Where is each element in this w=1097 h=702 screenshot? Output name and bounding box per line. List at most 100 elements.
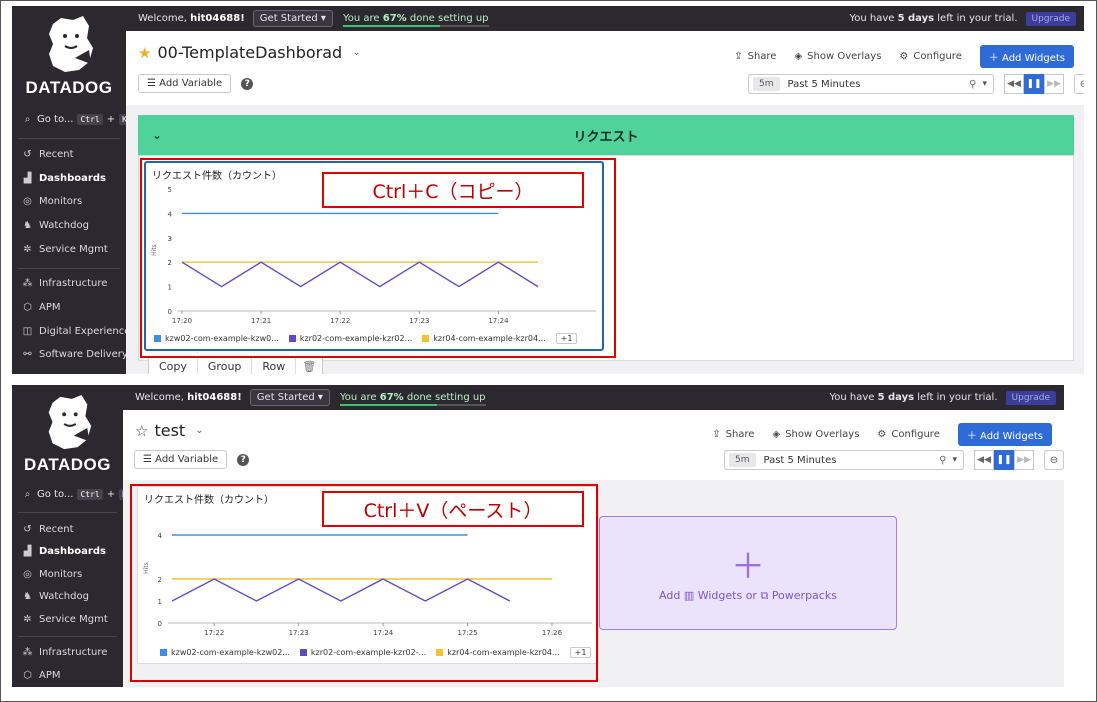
time-label: Past 5 Minutes	[763, 454, 837, 466]
configure-label: Configure	[891, 429, 940, 440]
sidebar-item-apm[interactable]: ⬡ APM	[22, 302, 60, 313]
sidebar-item-infrastructure[interactable]: ⁂ Infrastructure	[22, 647, 108, 658]
datadog-dog-icon	[49, 16, 93, 72]
configure-button[interactable]: ⚙ Configure	[877, 429, 939, 440]
sidebar: DATADOG ⌕ Go to... Ctrl + K ↺ Recent ▟ Das…	[12, 385, 130, 687]
search-icon: ⌕	[24, 114, 31, 125]
upgrade-button[interactable]: Upgrade	[1025, 11, 1076, 26]
chevron-down-icon[interactable]: ⌄	[195, 425, 203, 436]
widget-context-menu: Copy Group Row 🗑	[148, 356, 324, 374]
sidebar-item-dashboards[interactable]: ▟ Dashboards	[22, 173, 106, 184]
nav-divider	[18, 636, 117, 637]
pause-icon[interactable]: ❚❚	[1024, 74, 1044, 94]
top-bar: Welcome, hit04688! Get Started ▾ You are…	[126, 6, 1084, 31]
setup-progress[interactable]: You are 67% done setting up	[339, 392, 486, 406]
time-picker[interactable]: 5m Past 5 Minutes ⚲ ▾	[748, 74, 994, 94]
trial-text: You have 5 days left in your trial.	[849, 13, 1017, 24]
add-widgets-button[interactable]: ＋ Add Widgets	[979, 45, 1074, 68]
sidebar-item-recent[interactable]: ↺ Recent	[22, 524, 74, 535]
sidebar-item-label: Dashboards	[39, 173, 106, 184]
sidebar: DATADOG ⌕ Go to... Ctrl + K ↺ Recent ▟ Das…	[12, 6, 130, 374]
add-variable-label: Add Variable	[155, 454, 219, 465]
chevron-down-icon[interactable]: ⌄	[352, 47, 360, 58]
trial-days: 5 days	[897, 13, 935, 24]
sidebar-item-infrastructure[interactable]: ⁂ Infrastructure	[22, 278, 108, 289]
filter-icon: ☰	[147, 78, 156, 89]
goto-label: Go to...	[37, 489, 74, 500]
recent-icon: ↺	[23, 524, 32, 535]
rewind-icon[interactable]: ◀◀	[1004, 74, 1024, 94]
goto-search[interactable]: ⌕ Go to... Ctrl + K	[22, 489, 130, 500]
sidebar-item-digital-experience[interactable]: ◫ Digital Experience	[22, 326, 131, 337]
group-button[interactable]: Group	[198, 357, 253, 374]
datadog-logo[interactable]: DATADOG	[12, 393, 123, 475]
pin-icon[interactable]: ⚲	[939, 455, 946, 466]
forward-icon[interactable]: ▶▶	[1014, 450, 1034, 470]
add-variable-button[interactable]: ☰ Add Variable	[138, 74, 232, 93]
add-widget-placeholder[interactable]: ＋ Add ▥ Widgets or ⧉ Powerpacks	[599, 516, 897, 630]
sidebar-item-label: Service Mgmt	[39, 614, 108, 625]
sidebar-item-dashboards[interactable]: ▟ Dashboards	[22, 546, 106, 557]
rewind-icon[interactable]: ◀◀	[974, 450, 994, 470]
user-name: hit04688!	[187, 392, 242, 403]
share-button[interactable]: ⇪ Share	[712, 429, 754, 440]
setup-progress[interactable]: You are 67% done setting up	[342, 13, 489, 27]
chevron-down-icon: ▾	[952, 455, 957, 465]
dashboard-title-row: ★ 00-TemplateDashborad ⌄	[138, 43, 361, 62]
infrastructure-icon: ⁂	[22, 647, 33, 658]
sidebar-item-recent[interactable]: ↺ Recent	[22, 149, 73, 160]
sidebar-item-apm[interactable]: ⬡ APM	[22, 670, 60, 681]
help-icon[interactable]: ?	[237, 453, 250, 466]
progress-prefix: You are	[339, 392, 377, 403]
sidebar-item-label: Monitors	[39, 196, 83, 207]
add-variable-button[interactable]: ☰ Add Variable	[134, 450, 228, 469]
pause-icon[interactable]: ❚❚	[994, 450, 1014, 470]
row-button[interactable]: Row	[252, 357, 297, 374]
sidebar-item-label: Recent	[39, 524, 74, 535]
digital-experience-icon: ◫	[22, 326, 33, 337]
sidebar-item-service-mgmt[interactable]: ✲ Service Mgmt	[22, 614, 108, 625]
sidebar-item-service-mgmt[interactable]: ✲ Service Mgmt	[22, 244, 107, 255]
zoom-out-icon[interactable]: ⊖	[1044, 450, 1064, 470]
show-overlays-button[interactable]: ◈ Show Overlays	[794, 51, 881, 62]
add-widgets-button[interactable]: ＋ Add Widgets	[957, 423, 1052, 446]
paste-callout: Ctrl＋V（ペースト）	[322, 491, 584, 527]
page-title[interactable]: test	[154, 421, 185, 440]
goto-search[interactable]: ⌕ Go to... Ctrl + K	[22, 114, 130, 125]
star-outline-icon[interactable]: ☆	[135, 422, 148, 440]
page-title[interactable]: 00-TemplateDashborad	[157, 43, 342, 62]
copy-button[interactable]: Copy	[149, 357, 198, 374]
progress-prefix: You are	[342, 13, 380, 24]
share-button[interactable]: ⇪ Share	[734, 51, 776, 62]
help-icon[interactable]: ?	[241, 77, 254, 90]
sidebar-item-watchdog[interactable]: ♞ Watchdog	[22, 220, 89, 231]
placeholder-widgets[interactable]: Widgets or	[698, 589, 757, 602]
placeholder-powerpacks[interactable]: Powerpacks	[772, 589, 837, 602]
show-overlays-button[interactable]: ◈ Show Overlays	[772, 429, 859, 440]
placeholder-text: Add ▥ Widgets or ⧉ Powerpacks	[600, 589, 896, 603]
progress-suffix: done setting up	[409, 13, 489, 24]
get-started-button[interactable]: Get Started ▾	[252, 10, 333, 27]
variable-row: ☰ Add Variable ?	[134, 450, 250, 469]
sidebar-item-monitors[interactable]: ◎ Monitors	[22, 569, 82, 580]
pin-icon[interactable]: ⚲	[969, 79, 976, 90]
configure-button[interactable]: ⚙ Configure	[899, 51, 961, 62]
sidebar-item-label: Software Delivery	[39, 349, 128, 360]
kbd-ctrl: Ctrl	[77, 114, 103, 125]
trash-icon[interactable]: 🗑	[296, 357, 322, 374]
filter-icon: ☰	[143, 454, 152, 465]
sidebar-item-watchdog[interactable]: ♞ Watchdog	[22, 591, 89, 602]
sidebar-item-monitors[interactable]: ◎ Monitors	[22, 196, 82, 207]
goto-label: Go to...	[37, 114, 74, 125]
zoom-out-icon[interactable]: ⊖	[1074, 74, 1084, 94]
group-header[interactable]: ⌄ リクエスト	[138, 115, 1074, 155]
datadog-logo[interactable]: DATADOG	[12, 14, 126, 98]
star-filled-icon[interactable]: ★	[138, 44, 151, 62]
get-started-button[interactable]: Get Started ▾	[249, 389, 330, 406]
sidebar-item-software-delivery[interactable]: ⚯ Software Delivery	[22, 349, 128, 360]
gear-icon: ⚙	[899, 51, 909, 62]
forward-icon[interactable]: ▶▶	[1044, 74, 1064, 94]
nav-divider	[18, 138, 120, 139]
time-picker[interactable]: 5m Past 5 Minutes ⚲ ▾	[724, 450, 964, 470]
upgrade-button[interactable]: Upgrade	[1005, 390, 1056, 405]
